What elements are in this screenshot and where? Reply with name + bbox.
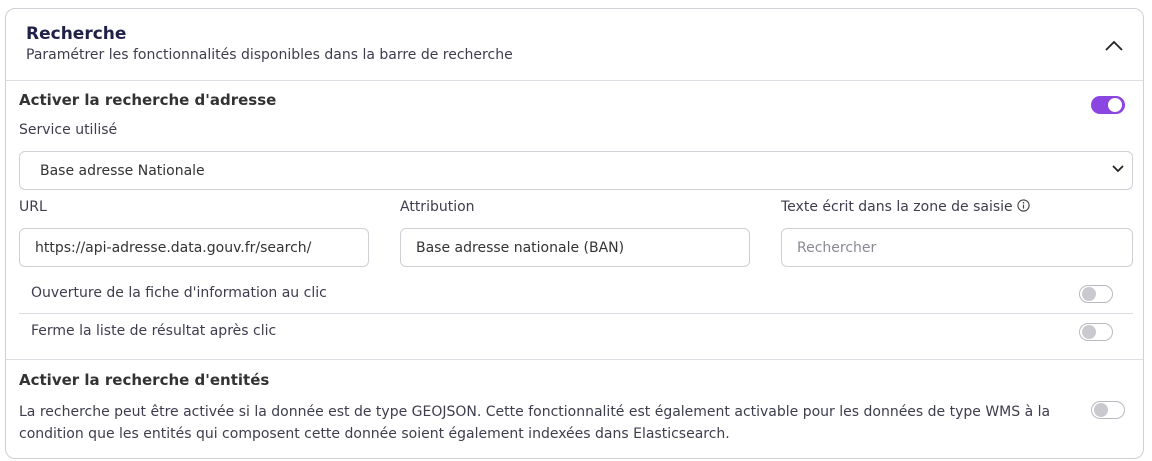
card-title: Recherche [26,24,127,44]
url-input[interactable]: https://api-adresse.data.gouv.fr/search/ [19,228,369,267]
url-label: URL [19,199,47,215]
section-divider [6,359,1143,360]
entity-search-toggle[interactable] [1091,401,1125,419]
address-search-toggle[interactable] [1091,96,1125,114]
attribution-input[interactable]: Base adresse nationale (BAN) [400,228,750,267]
search-settings-card: Recherche Paramétrer les fonctionnalités… [5,8,1144,459]
open-info-label: Ouverture de la fiche d'information au c… [31,285,327,301]
placeholder-text-label: Texte écrit dans la zone de saisie [781,199,1030,215]
info-icon[interactable] [1016,199,1030,212]
card-header[interactable]: Recherche Paramétrer les fonctionnalités… [6,9,1143,81]
placeholder-text-label-text: Texte écrit dans la zone de saisie [781,199,1013,215]
chevron-down-icon [1112,165,1124,173]
open-info-toggle[interactable] [1079,285,1113,303]
service-select-value: Base adresse Nationale [40,162,205,179]
toggle-knob [1082,287,1096,301]
entity-search-description: La recherche peut être activée si la don… [19,404,1051,442]
url-input-value: https://api-adresse.data.gouv.fr/search/ [35,239,312,256]
toggle-knob [1082,325,1096,339]
attribution-label: Attribution [400,199,475,215]
close-list-label: Ferme la liste de résultat après clic [31,323,277,339]
attribution-input-value: Base adresse nationale (BAN) [416,239,625,256]
toggle-knob [1094,403,1108,417]
address-search-title: Activer la recherche d'adresse [19,91,277,109]
toggle-knob [1108,98,1122,112]
chevron-up-icon [1105,40,1123,51]
close-list-toggle[interactable] [1079,323,1113,341]
service-label: Service utilisé [19,122,118,138]
card-subtitle: Paramétrer les fonctionnalités disponibl… [26,47,513,63]
placeholder-text-input[interactable]: Rechercher [781,228,1133,267]
placeholder-text-input-value: Rechercher [797,239,877,256]
collapse-button[interactable] [1103,35,1125,55]
service-select[interactable]: Base adresse Nationale [19,151,1133,190]
row-divider [19,313,1133,314]
entity-search-title: Activer la recherche d'entités [19,371,270,389]
